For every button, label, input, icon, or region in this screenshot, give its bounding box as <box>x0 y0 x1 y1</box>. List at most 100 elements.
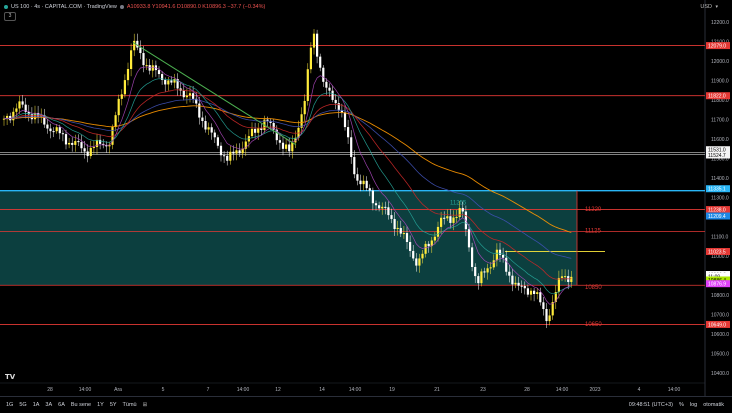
candle-body <box>359 180 362 185</box>
candle-body <box>393 218 396 230</box>
candle-body <box>564 276 567 278</box>
candle-body <box>325 81 328 88</box>
candle-body <box>498 249 502 255</box>
candle-body <box>489 267 492 269</box>
range-5g[interactable]: 5G <box>19 402 26 408</box>
candle-body <box>52 131 55 133</box>
candle-body <box>278 140 281 143</box>
candle-body <box>371 190 374 204</box>
clock-timezone[interactable]: 09:48:51 (UTC+3) <box>629 402 673 408</box>
level-label-b: 11220 <box>585 207 602 213</box>
range-1y[interactable]: 1Y <box>97 402 104 408</box>
candle-body <box>418 258 421 266</box>
symbol-title[interactable]: US 100 · 4s · CAPITAL.COM · TradingView <box>11 4 117 10</box>
time-tick-label: 28 <box>47 387 53 393</box>
candle-body <box>151 65 154 71</box>
auto-scale-toggle[interactable]: otomatik <box>703 402 724 408</box>
candle-body <box>505 257 508 272</box>
range-tümü[interactable]: Tümü <box>123 402 137 408</box>
candle-body <box>232 151 235 154</box>
price-tick-label: 10400.0 <box>711 371 729 377</box>
candle-body <box>192 93 195 99</box>
candle-body <box>523 285 526 289</box>
candle-body <box>207 127 210 130</box>
price-tick-label: 12000.0 <box>711 59 729 65</box>
candle-body <box>347 127 350 138</box>
calendar-icon[interactable]: ⊞ <box>143 402 148 408</box>
range-bu-sene[interactable]: Bu sene <box>71 402 91 408</box>
range-1g[interactable]: 1G <box>6 402 13 408</box>
candle-body <box>455 216 458 218</box>
candle-body <box>483 271 486 273</box>
tradingview-logo-icon[interactable]: TV <box>5 373 15 381</box>
candle-body <box>390 215 393 219</box>
currency-label[interactable]: USD <box>700 4 712 10</box>
log-scale-toggle[interactable]: log <box>690 402 697 408</box>
price-tick-label: 11700.0 <box>711 118 729 124</box>
candle-body <box>384 206 387 208</box>
candle-body <box>188 93 192 96</box>
time-tick-label: 14:00 <box>668 387 681 393</box>
candle-body <box>306 69 309 101</box>
candle-body <box>201 117 204 122</box>
candle-body <box>238 150 241 154</box>
candle-body <box>241 148 244 154</box>
range-6a[interactable]: 6A <box>58 402 65 408</box>
candle-body <box>235 150 238 154</box>
time-tick-label: 4 <box>638 387 641 393</box>
candle-body <box>350 137 353 158</box>
percent-scale-toggle[interactable]: % <box>679 402 684 408</box>
range-1a[interactable]: 1A <box>33 402 40 408</box>
range-3a[interactable]: 3A <box>45 402 52 408</box>
candle-body <box>319 56 322 68</box>
candle-body <box>396 227 399 230</box>
candle-body <box>433 236 436 241</box>
candle-body <box>210 127 213 133</box>
candle-body <box>291 142 294 152</box>
chart-area[interactable]: 112551122011125108501065012200.012100.01… <box>0 0 732 396</box>
candle-body <box>557 277 560 293</box>
candle-body <box>343 112 347 128</box>
candle-body <box>219 145 223 156</box>
candle-body <box>480 271 483 284</box>
candle-body <box>495 249 498 261</box>
candle-body <box>368 188 371 191</box>
candle-body <box>281 142 285 149</box>
candle-body <box>21 101 24 105</box>
chevron-down-icon[interactable]: ▾ <box>715 4 718 10</box>
candle-body <box>120 94 123 99</box>
candle-body <box>526 288 529 295</box>
candle-body <box>61 133 64 135</box>
price-tick-label: 11100.0 <box>711 235 729 241</box>
candle-body <box>436 226 440 237</box>
candle-body <box>402 233 405 235</box>
time-tick-label: 23 <box>480 387 486 393</box>
candle-body <box>405 233 409 242</box>
candle-body <box>83 148 86 152</box>
price-tick-label: 11400.0 <box>711 176 729 182</box>
candle-body <box>548 315 551 322</box>
indicators-collapse-button[interactable]: 3 <box>4 12 16 21</box>
candle-body <box>399 227 402 234</box>
candle-body <box>226 155 229 161</box>
price-chart[interactable]: 112551122011125108501065012200.012100.01… <box>0 0 732 396</box>
price-tag-label: 10649.0 <box>708 322 726 328</box>
candle-body <box>508 271 511 276</box>
candle-body <box>458 208 461 217</box>
candle-body <box>145 65 148 67</box>
price-tag-label: 11822.0 <box>708 94 726 100</box>
candle-body <box>167 80 170 85</box>
status-dot-icon <box>4 5 8 9</box>
candle-body <box>288 144 291 152</box>
time-tick-label: 12 <box>275 387 281 393</box>
price-tag-label: 11335.1 <box>708 187 726 193</box>
bottom-toolbar: 1G 5G 1A 3A 6A Bu sene 1Y 5Y Tümü ⊞ 09:48:51 (UT… <box>0 396 732 413</box>
candle-body <box>80 142 83 149</box>
candle-body <box>449 216 452 223</box>
candle-body <box>387 207 390 216</box>
candle-body <box>15 108 18 112</box>
price-tick-label: 11900.0 <box>711 79 729 85</box>
candle-body <box>18 101 21 109</box>
candle-body <box>309 47 312 70</box>
range-5y[interactable]: 5Y <box>110 402 117 408</box>
